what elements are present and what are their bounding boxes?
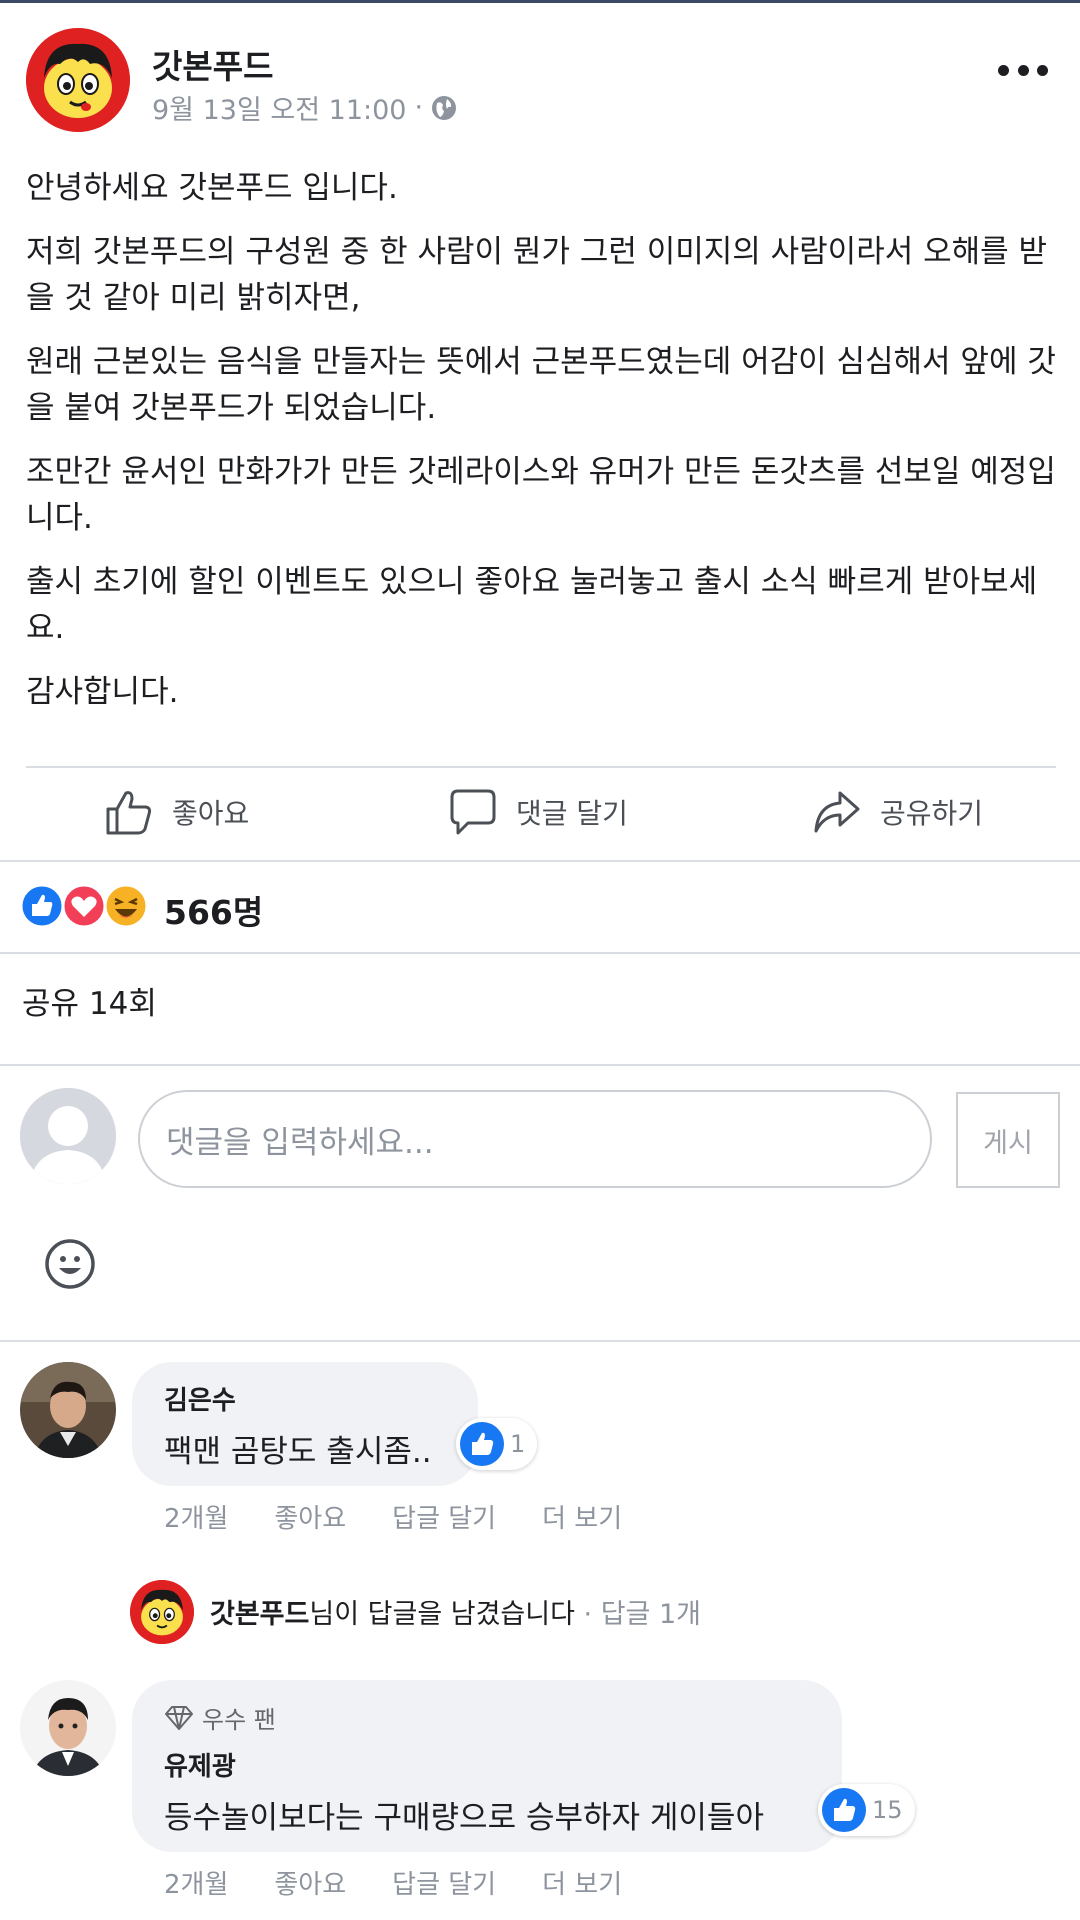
- comment-bubble-icon: [450, 789, 496, 835]
- commenter-avatar[interactable]: [20, 1362, 116, 1458]
- like-action-button[interactable]: 좋아요: [104, 786, 249, 838]
- globe-icon: [432, 95, 457, 120]
- cartoon-face-icon: [26, 28, 130, 132]
- reply-summary-count: · 답글 1개: [583, 1599, 701, 1630]
- dot-icon: [1017, 64, 1029, 76]
- comment-like-link[interactable]: 좋아요: [274, 1498, 346, 1535]
- page-avatar[interactable]: [26, 28, 130, 132]
- share-label: 공유하기: [880, 797, 984, 830]
- divider: [0, 1064, 1080, 1066]
- comment-like-badge[interactable]: 15: [818, 1784, 915, 1836]
- comment-reply-link[interactable]: 답글 달기: [392, 1498, 496, 1535]
- like-reaction-icon: [822, 1788, 866, 1832]
- thumbs-up-icon: [106, 791, 152, 835]
- comment-author[interactable]: 김은수: [164, 1380, 236, 1417]
- divider: [0, 1340, 1080, 1342]
- comment-time[interactable]: 2개월: [164, 1864, 228, 1901]
- divider: [26, 766, 1056, 768]
- comment-time[interactable]: 2개월: [164, 1498, 228, 1535]
- reply-summary-name: 갓본푸드: [210, 1599, 310, 1630]
- current-user-avatar: [20, 1088, 116, 1184]
- meta-separator: ·: [414, 92, 424, 123]
- post-paragraph: 출시 초기에 할인 이벤트도 있으니 좋아요 눌러놓고 출시 소식 빠르게 받아…: [26, 564, 1038, 646]
- comment-label: 댓글 달기: [516, 797, 628, 830]
- comment-like-count: 15: [872, 1796, 903, 1824]
- post-body: 안녕하세요 갓본푸드 입니다. 저희 갓본푸드의 구성원 중 한 사람이 뭔가 …: [26, 165, 1056, 733]
- emoji-icon[interactable]: [44, 1238, 96, 1290]
- comment-reply-link[interactable]: 답글 달기: [392, 1864, 496, 1901]
- comment-input-placeholder: 댓글을 입력하세요...: [166, 1124, 434, 1161]
- post-comment-button[interactable]: 게시: [956, 1092, 1060, 1188]
- love-reaction-icon: [61, 883, 107, 929]
- comment-like-count: 1: [510, 1430, 526, 1458]
- post-paragraph: 안녕하세요 갓본푸드 입니다.: [26, 170, 398, 206]
- reply-summary-text: 님이 답글을 남겼습니다: [309, 1599, 575, 1630]
- comment-input[interactable]: 댓글을 입력하세요...: [138, 1090, 932, 1188]
- comment-more-link[interactable]: 더 보기: [542, 1864, 622, 1901]
- comment-action-button[interactable]: 댓글 달기: [448, 786, 628, 838]
- comment-actions: 2개월 좋아요 답글 달기 더 보기: [164, 1864, 622, 1901]
- comment-like-badge[interactable]: 1: [456, 1418, 538, 1470]
- top-fan-label: 우수 팬: [202, 1706, 276, 1734]
- post-paragraph: 조만간 윤서인 만화가가 만든 갓레라이스와 유머가 만든 돈갓츠를 선보일 예…: [26, 454, 1056, 536]
- like-reaction-icon: [460, 1422, 504, 1466]
- reply-page-avatar[interactable]: [130, 1580, 194, 1644]
- comment-author[interactable]: 유제광: [164, 1746, 236, 1783]
- post-paragraph: 저희 갓본푸드의 구성원 중 한 사람이 뭔가 그런 이미지의 사람이라서 오해…: [26, 234, 1048, 316]
- diamond-icon: [165, 1705, 193, 1730]
- post-meta: 9월 13일 오전 11:00 ·: [152, 88, 457, 127]
- reaction-icons[interactable]: [20, 882, 150, 930]
- like-reaction-icon: [20, 883, 65, 929]
- default-user-icon: [20, 1088, 116, 1184]
- post-date[interactable]: 9월 13일 오전 11:00: [152, 88, 406, 127]
- post-paragraph: 감사합니다.: [26, 674, 179, 710]
- reaction-count[interactable]: 566명: [164, 886, 263, 934]
- comment-text: 등수놀이보다는 구매량으로 승부하자 게이들아: [164, 1800, 764, 1836]
- dot-icon: [998, 64, 1009, 76]
- page-name[interactable]: 갓본푸드: [152, 40, 273, 88]
- more-options-button[interactable]: [998, 56, 1048, 84]
- share-action-button[interactable]: 공유하기: [812, 786, 983, 838]
- comment-more-link[interactable]: 더 보기: [542, 1498, 622, 1535]
- divider: [0, 952, 1080, 954]
- share-count[interactable]: 공유 14회: [22, 978, 157, 1023]
- dot-icon: [1037, 64, 1048, 76]
- comment-text: 팩맨 곰탕도 출시좀..: [164, 1434, 432, 1470]
- cartoon-face-icon: [130, 1580, 194, 1644]
- share-arrow-icon: [814, 791, 860, 833]
- person-photo-icon: [20, 1680, 116, 1776]
- commenter-avatar[interactable]: [20, 1680, 116, 1776]
- person-photo-icon: [20, 1362, 116, 1458]
- top-fan-badge: 우수 팬: [164, 1700, 276, 1735]
- post-paragraph: 원래 근본있는 음식을 만들자는 뜻에서 근본푸드였는데 어감이 심심해서 앞에…: [26, 344, 1056, 426]
- top-border: [0, 0, 1080, 3]
- like-label: 좋아요: [172, 797, 250, 830]
- haha-reaction-icon: [103, 883, 149, 929]
- comment-actions: 2개월 좋아요 답글 달기 더 보기: [164, 1498, 622, 1535]
- comment-like-link[interactable]: 좋아요: [274, 1864, 346, 1901]
- divider: [0, 860, 1080, 862]
- reply-summary[interactable]: 갓본푸드님이 답글을 남겼습니다 · 답글 1개: [210, 1592, 701, 1631]
